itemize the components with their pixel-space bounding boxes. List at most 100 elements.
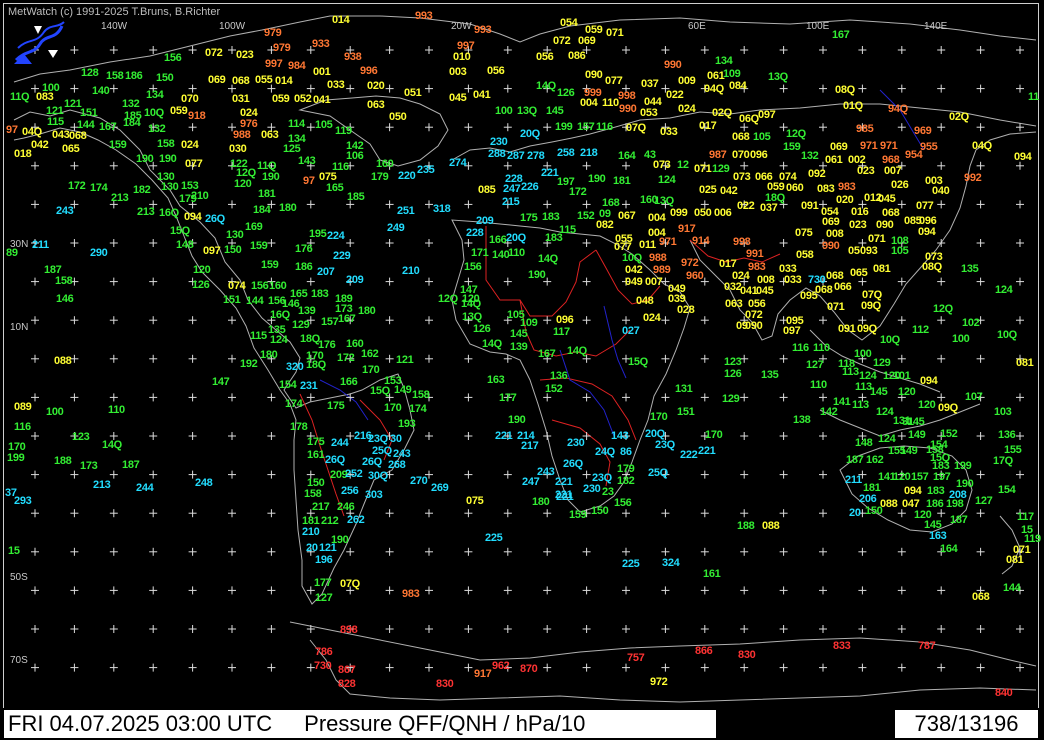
station-value: 004: [648, 212, 666, 224]
station-value: 129: [712, 163, 730, 175]
station-value: 101: [893, 370, 911, 382]
station-value: 183: [927, 485, 945, 497]
station-value: 170: [705, 429, 723, 441]
station-value: 022: [666, 89, 684, 101]
station-value: 990: [664, 59, 682, 71]
station-value: 247: [522, 476, 540, 488]
station-value: 14Q: [536, 80, 556, 92]
station-value: 183: [542, 211, 560, 223]
footer-datetime: FRI 04.07.2025 03:00 UTC: [8, 711, 273, 736]
station-value: 10Q: [880, 334, 900, 346]
station-value: 960: [686, 270, 704, 282]
station-value: 26Q: [563, 458, 583, 470]
station-value: 023: [236, 49, 254, 61]
station-value: 185: [347, 191, 365, 203]
station-value: 120: [898, 386, 916, 398]
station-value: 008: [826, 228, 844, 240]
station-value: 145: [870, 386, 888, 398]
station-value: 14Q: [567, 345, 587, 357]
lat-label: 70S: [10, 655, 28, 666]
station-value: 096: [750, 149, 768, 161]
station-value: 127: [975, 495, 993, 507]
station-value: 024: [732, 270, 750, 282]
station-value: 933: [312, 38, 330, 50]
station-value: 142: [820, 406, 838, 418]
station-value: 007: [645, 276, 663, 288]
station-value: 212: [321, 515, 339, 527]
station-value: 090: [876, 219, 894, 231]
lon-label-100w: 100W: [219, 21, 246, 32]
station-value: 20Q: [506, 232, 526, 244]
station-value: 14Q: [461, 298, 481, 310]
station-value: 288: [488, 148, 506, 160]
station-value: 097: [758, 109, 776, 121]
station-value: 164: [940, 543, 958, 555]
station-value: 156: [614, 497, 632, 509]
station-value: 26Q: [362, 456, 382, 468]
station-value: 110: [813, 342, 830, 354]
station-value: 163: [929, 530, 947, 542]
station-value: 24Q: [595, 446, 615, 458]
station-value: 840: [995, 687, 1013, 699]
station-value: 093: [860, 245, 878, 257]
station-value: 186: [125, 70, 143, 82]
station-value: 037: [641, 78, 659, 90]
station-value: 110: [810, 379, 827, 391]
station-value: 136: [550, 370, 568, 382]
station-value: 066: [834, 281, 852, 293]
station-value: 290: [90, 247, 108, 259]
station-value: 867: [338, 664, 356, 676]
station-value: 081: [1016, 357, 1034, 369]
station-value: 071: [694, 163, 712, 175]
station-value: 184: [253, 204, 271, 216]
station-value: 971: [860, 140, 878, 152]
station-value: 972: [650, 676, 668, 688]
station-value: 26Q: [325, 454, 345, 466]
station-value: 220: [398, 170, 416, 182]
station-value: 231: [300, 380, 318, 392]
station-value: 13Q: [462, 311, 482, 323]
station-value: 08Q: [835, 84, 855, 96]
station-value: 052: [294, 93, 312, 105]
station-value: 97: [6, 124, 18, 136]
station-value: 031: [232, 93, 250, 105]
station-value: 115: [47, 116, 64, 128]
station-value: 110: [108, 404, 125, 416]
station-value: 248: [195, 477, 213, 489]
station-value: 183: [311, 288, 329, 300]
footer-parameter: Pressure QFF/QNH / hPa/10: [304, 711, 586, 736]
station-value: 983: [748, 261, 766, 273]
station-value: 128: [81, 67, 99, 79]
station-value: 145: [907, 416, 925, 428]
station-value: 049: [625, 276, 643, 288]
station-value: 042: [720, 185, 738, 197]
station-value: 210: [402, 265, 420, 277]
station-value: 126: [473, 323, 491, 335]
station-value: 123: [724, 356, 742, 368]
station-value: 303: [365, 489, 383, 501]
station-value: 247: [503, 183, 521, 195]
station-value: 828: [338, 678, 356, 690]
station-value: 938: [344, 51, 362, 63]
lat-label: 50S: [10, 572, 28, 583]
station-value: 017: [699, 120, 717, 132]
station-value: 243: [537, 466, 555, 478]
station-value: 081: [873, 263, 891, 275]
station-value: 244: [136, 482, 154, 494]
station-value: 139: [298, 305, 316, 317]
station-value: 024: [643, 312, 661, 324]
station-value: 124: [995, 284, 1013, 296]
station-value: 172: [337, 352, 355, 364]
station-value: 235: [417, 164, 435, 176]
station-value: 162: [361, 348, 379, 360]
station-value: 23: [602, 486, 614, 498]
station-value: 190: [136, 153, 154, 165]
station-value: 230: [583, 483, 601, 495]
station-value: 25Q: [648, 467, 668, 479]
station-value: 217: [312, 501, 330, 513]
station-value: 156: [164, 52, 182, 64]
station-value: 059: [272, 93, 290, 105]
station-value: 092: [808, 168, 826, 180]
station-value: 018: [14, 148, 32, 160]
station-value: 061: [825, 154, 843, 166]
